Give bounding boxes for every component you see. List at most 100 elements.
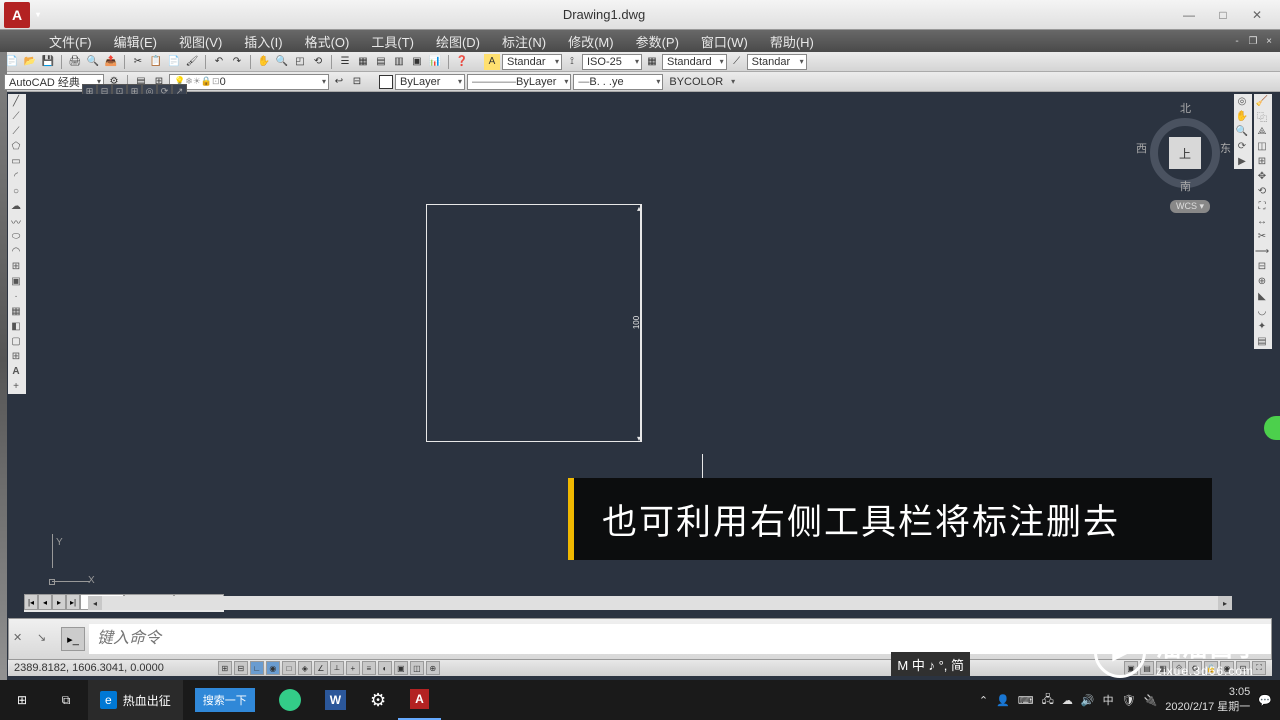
otrack-toggle[interactable]: ∠ [314,661,328,675]
pline-icon[interactable]: ⟋ [8,124,24,139]
viewcube-north[interactable]: 北 [1180,100,1191,116]
nav-wheel-icon[interactable]: ◎ [1234,94,1250,109]
undo-icon[interactable]: ↶ [211,54,227,70]
polygon-icon[interactable]: ⬠ [8,139,24,154]
minimize-button[interactable]: — [1174,5,1204,25]
ortho-toggle[interactable]: ∟ [250,661,264,675]
mdi-restore-icon[interactable]: ❐ [1246,34,1260,48]
tpy-toggle[interactable]: ◐ [378,661,392,675]
draworder-icon[interactable]: ▤ [1254,334,1270,349]
tray-onedrive-icon[interactable]: ☁ [1062,694,1073,707]
stretch-icon[interactable]: ↔ [1254,214,1270,229]
menu-help[interactable]: 帮助(H) [759,29,825,54]
textstyle-icon[interactable]: A [484,54,500,70]
dimstyle-dropdown[interactable]: ISO-25 [582,54,642,70]
close-button[interactable]: ✕ [1242,5,1272,25]
linetype-dropdown[interactable]: ———— ByLayer [467,74,571,90]
block-icon[interactable]: ▣ [8,274,24,289]
3dosnap-toggle[interactable]: ◈ [298,661,312,675]
layer-previous-icon[interactable]: ↩ [331,74,347,90]
move-icon[interactable]: ✥ [1254,169,1270,184]
qp-toggle[interactable]: ▣ [394,661,408,675]
horizontal-scrollbar[interactable]: ◂ ▸ [88,596,1232,610]
app-menu-icon[interactable]: A [4,2,30,28]
rotate-icon[interactable]: ⟲ [1254,184,1270,199]
offset-icon[interactable]: ◫ [1254,139,1270,154]
am-toggle[interactable]: ⊕ [426,661,440,675]
explode-icon[interactable]: ✦ [1254,319,1270,334]
calc-icon[interactable]: 📊 [427,54,443,70]
taskview-button[interactable]: ⧉ [44,680,88,720]
extend-icon[interactable]: ⟶ [1254,244,1270,259]
point-icon[interactable]: · [8,289,24,304]
ducs-toggle[interactable]: ⟂ [330,661,344,675]
tray-date[interactable]: 2020/2/17 星期一 [1165,698,1250,714]
layout-first-icon[interactable]: |◂ [24,594,38,610]
join-icon[interactable]: ⊕ [1254,274,1270,289]
save-icon[interactable]: 💾 [40,54,56,70]
arc-icon[interactable]: ◜ [8,169,24,184]
dimension-value[interactable]: 100 [632,316,641,329]
tablestyle-icon[interactable]: ▦ [644,54,660,70]
tray-shield-icon[interactable]: 🛡 [1122,694,1136,707]
nav-showmotion-icon[interactable]: ▶ [1234,154,1250,169]
array-icon[interactable]: ⊞ [1254,154,1270,169]
menu-view[interactable]: 视图(V) [168,29,233,54]
trim-icon[interactable]: ✂ [1254,229,1270,244]
hatch-icon[interactable]: ▦ [8,304,24,319]
lwt-toggle[interactable]: ≡ [362,661,376,675]
plot-style-dropdown[interactable]: BYCOLOR [665,74,737,90]
markup-icon[interactable]: ▣ [409,54,425,70]
infocenter-indicator[interactable] [1264,416,1280,440]
settings-icon[interactable]: ⚙ [358,680,398,720]
color-dropdown[interactable] [379,75,393,89]
viewcube-south[interactable]: 南 [1180,178,1191,194]
menu-parametric[interactable]: 参数(P) [625,29,690,54]
menu-format[interactable]: 格式(O) [294,29,361,54]
drawing-rectangle[interactable] [426,204,642,442]
grid-toggle[interactable]: ⊟ [234,661,248,675]
dyn-toggle[interactable]: + [346,661,360,675]
viewcube-face[interactable]: 上 [1169,137,1201,169]
mlstyle-icon[interactable]: ⟋ [729,54,745,70]
mtext-icon[interactable]: A [8,364,24,379]
tray-power-icon[interactable]: 🔌 [1144,694,1158,707]
viewcube[interactable]: 上 北 南 东 西 WCS ▾ [1140,100,1230,210]
menu-edit[interactable]: 编辑(E) [103,29,168,54]
open-icon[interactable]: 📂 [22,54,38,70]
nav-orbit-icon[interactable]: ⟳ [1234,139,1250,154]
menu-window[interactable]: 窗口(W) [690,29,759,54]
tray-notification-icon[interactable]: 💬 [1258,694,1272,707]
pan-icon[interactable]: ✋ [256,54,272,70]
table-icon[interactable]: ⊞ [8,349,24,364]
copy-icon[interactable]: 📋 [148,54,164,70]
redo-icon[interactable]: ↷ [229,54,245,70]
print-icon[interactable]: 🖨 [67,54,83,70]
layout-last-icon[interactable]: ▸| [66,594,80,610]
ime-bar[interactable]: M 中 ♪ °, 简 [891,652,970,676]
search-button[interactable]: 搜索一下 [183,680,267,720]
word-icon[interactable]: W [313,680,358,720]
polar-toggle[interactable]: ◉ [266,661,280,675]
nav-zoom-icon[interactable]: 🔍 [1234,124,1250,139]
sc-toggle[interactable]: ◫ [410,661,424,675]
textstyle-dropdown[interactable]: Standar [502,54,562,70]
ellipsearc-icon[interactable]: ◠ [8,244,24,259]
tray-volume-icon[interactable]: 🔊 [1081,694,1095,707]
edge-browser[interactable]: e 热血出征 [88,680,183,720]
viewcube-wcs[interactable]: WCS ▾ [1170,200,1210,213]
fillet-icon[interactable]: ◡ [1254,304,1270,319]
erase-icon[interactable]: 🧹 [1254,94,1270,109]
cmd-prompt-icon[interactable]: ▸_ [61,627,85,651]
gradient-icon[interactable]: ◧ [8,319,24,334]
layout-next-icon[interactable]: ▸ [52,594,66,610]
dimstyle-icon[interactable]: ⟟ [564,54,580,70]
mirror-icon[interactable]: ⟁ [1254,124,1270,139]
cut-icon[interactable]: ✂ [130,54,146,70]
menu-insert[interactable]: 插入(I) [233,29,293,54]
insert-icon[interactable]: ⊞ [8,259,24,274]
menu-modify[interactable]: 修改(M) [557,29,625,54]
break-icon[interactable]: ⊟ [1254,259,1270,274]
layer-match-icon[interactable]: ⊟ [349,74,365,90]
snap-toggle[interactable]: ⊞ [218,661,232,675]
